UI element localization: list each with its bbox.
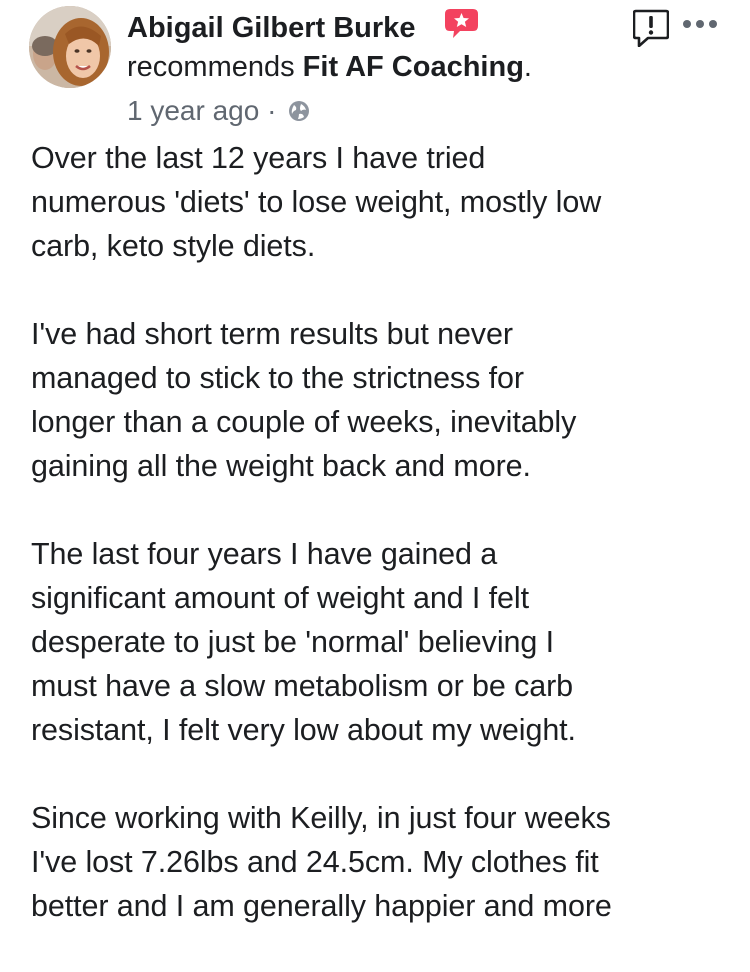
text-line: managed to stick to the strictness for	[31, 361, 524, 395]
text-line: gaining all the weight back and more.	[31, 449, 531, 483]
author-avatar[interactable]	[29, 6, 111, 88]
post-body: Over the last 12 years I have tried nume…	[31, 136, 731, 972]
post-timestamp[interactable]: 1 year ago	[127, 95, 259, 126]
page-name-link[interactable]: Fit AF Coaching	[303, 51, 524, 83]
author-name[interactable]: Abigail Gilbert Burke	[127, 10, 415, 46]
text-line: significant amount of weight and I felt	[31, 581, 529, 615]
text-line: Over the last 12 years I have tried	[31, 141, 486, 175]
text-line: must have a slow metabolism or be carb	[31, 669, 574, 703]
report-flag-icon[interactable]	[633, 9, 669, 47]
more-options-icon[interactable]	[682, 17, 718, 31]
text-line: numerous 'diets' to lose weight, mostly …	[31, 185, 602, 219]
text-line: desperate to just be 'normal' believing …	[31, 625, 554, 659]
text-line: resistant, I felt very low about my weig…	[31, 713, 576, 747]
paragraph: I've had short term results but never ma…	[31, 312, 731, 488]
recommendation-line: recommends Fit AF Coaching.	[127, 49, 532, 85]
paragraph: The last four years I have gained a sign…	[31, 532, 731, 752]
recommends-prefix: recommends	[127, 51, 303, 83]
text-line: I've lost 7.26lbs and 24.5cm. My clothes…	[31, 845, 599, 879]
avatar-photo	[29, 6, 111, 88]
paragraph: Over the last 12 years I have tried nume…	[31, 136, 731, 268]
text-line: The last four years I have gained a	[31, 537, 498, 571]
meta-separator: ·	[259, 95, 285, 126]
text-line: carb, keto style diets.	[31, 229, 316, 263]
post-meta: 1 year ago ·	[127, 94, 310, 130]
text-line: Since working with Keilly, in just four …	[31, 801, 611, 835]
recommend-star-badge-icon	[445, 9, 478, 38]
text-line: longer than a couple of weeks, inevitabl…	[31, 405, 577, 439]
text-line: I've had short term results but never	[31, 317, 513, 351]
paragraph: Since working with Keilly, in just four …	[31, 796, 731, 928]
recommends-suffix: .	[523, 51, 532, 83]
recommendation-post: Abigail Gilbert Burke recommends Fit AF …	[0, 0, 750, 934]
text-line: better and I am generally happier and mo…	[31, 889, 612, 923]
globe-icon[interactable]	[288, 96, 310, 130]
